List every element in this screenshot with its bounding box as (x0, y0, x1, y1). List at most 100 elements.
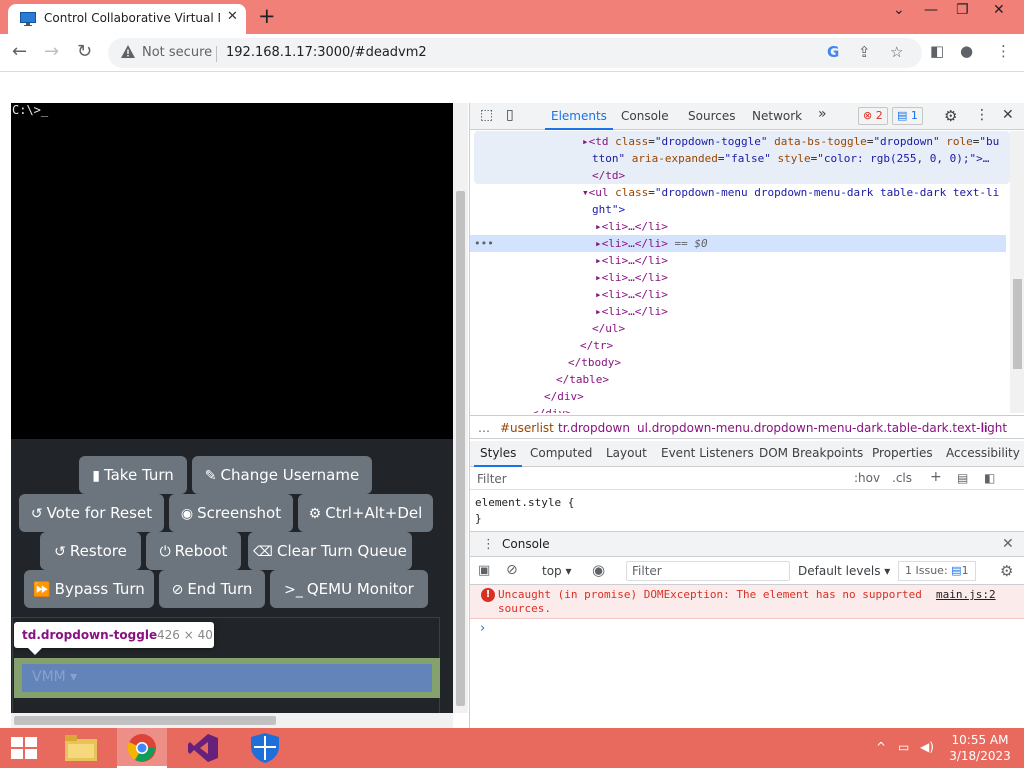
chrome-taskbar-item[interactable] (117, 728, 167, 768)
scrollbar-thumb[interactable] (14, 716, 276, 725)
issues-button[interactable]: 1 Issue: ▤1 (898, 561, 976, 581)
tab-sources[interactable]: Sources (688, 109, 735, 123)
drawer-tab-console[interactable]: Console (502, 537, 550, 551)
tab-dom-breakpoints[interactable]: DOM Breakpoints (759, 446, 863, 460)
close-tab-icon[interactable]: ✕ (227, 9, 238, 24)
chevron-down-icon[interactable]: ⌄ (893, 2, 905, 18)
tab-layout[interactable]: Layout (606, 446, 647, 460)
profile-avatar-icon[interactable]: ● (960, 42, 973, 60)
context-selector[interactable]: top ▾ (542, 564, 572, 578)
screenshot-button[interactable]: ◉ Screenshot (169, 494, 293, 532)
log-levels-dropdown[interactable]: Default levels ▾ (798, 564, 890, 578)
change-username-button[interactable]: ✎ Change Username (192, 456, 372, 494)
expand-triangle-icon[interactable]: ▸ (595, 305, 602, 318)
page-horizontal-scrollbar[interactable] (11, 713, 453, 728)
restore-vm-button[interactable]: ↺ Restore (40, 532, 141, 570)
drawer-menu-icon[interactable]: ⋮ (482, 537, 495, 552)
dom-node-li[interactable]: ▸<li>…</li> (595, 269, 668, 286)
add-rule-icon[interactable]: + (930, 469, 942, 485)
tab-computed[interactable]: Computed (530, 446, 592, 460)
end-turn-button[interactable]: ⊘ End Turn (159, 570, 265, 608)
expand-triangle-icon[interactable]: ▸ (595, 237, 602, 250)
clear-console-icon[interactable]: ⊘ (506, 562, 518, 578)
expand-triangle-icon[interactable]: ▸ (595, 220, 602, 233)
show-hidden-icons[interactable]: ^ (876, 740, 886, 754)
close-devtools-icon[interactable]: ✕ (1002, 107, 1014, 123)
expand-triangle-icon[interactable]: ▸ (595, 271, 602, 284)
url-text[interactable]: 192.168.1.17:3000/#deadvm2 (226, 45, 427, 60)
dropdown-toggle-cell[interactable]: VMM ▾ (22, 664, 432, 692)
restore-button[interactable]: ❐ (956, 2, 969, 18)
vote-reset-button[interactable]: ↺ Vote for Reset (19, 494, 164, 532)
security-label[interactable]: Not secure (142, 45, 212, 60)
scrollbar-thumb[interactable] (1013, 279, 1022, 369)
vm-screen[interactable]: C:\>_ (11, 103, 453, 439)
dom-node-li-selected[interactable]: ▸<li>…</li> == $0 (595, 235, 708, 252)
console-sidebar-icon[interactable]: ▣ (478, 563, 490, 578)
console-settings-gear-icon[interactable]: ⚙ (1000, 562, 1013, 580)
expand-triangle-icon[interactable]: ▸ (595, 254, 602, 267)
minimize-button[interactable]: — (924, 2, 938, 18)
error-count-badge[interactable]: ⊗ 2 (858, 107, 888, 125)
breadcrumb-li[interactable]: li (981, 421, 988, 435)
dom-node-li[interactable]: ▸<li>…</li> (595, 286, 668, 303)
bookmark-star-icon[interactable]: ☆ (890, 43, 903, 61)
take-turn-button[interactable]: ▮ Take Turn (79, 456, 187, 494)
collapse-triangle-icon[interactable]: ▾ (582, 186, 589, 199)
back-icon[interactable]: ← (12, 41, 27, 62)
message-count-badge[interactable]: ▤ 1 (892, 107, 923, 125)
browser-tab[interactable]: Control Collaborative Virtual Mac ✕ (8, 4, 246, 34)
device-toolbar-icon[interactable]: ▯ (506, 107, 514, 123)
new-tab-button[interactable]: + (258, 4, 276, 28)
page-vertical-scrollbar[interactable] (453, 103, 468, 713)
dom-tree-scrollbar[interactable] (1010, 131, 1024, 413)
tab-event-listeners[interactable]: Event Listeners (661, 446, 754, 460)
dom-node-td[interactable]: ▸<td class="dropdown-toggle" data-bs-tog… (582, 133, 999, 150)
inspect-element-icon[interactable]: ⬚ (480, 107, 493, 123)
clear-turn-queue-button[interactable]: ⌫ Clear Turn Queue (248, 532, 412, 570)
forward-icon[interactable]: → (44, 41, 59, 62)
tab-console[interactable]: Console (621, 109, 669, 123)
expand-triangle-icon[interactable]: ▸ (595, 288, 602, 301)
expand-triangle-icon[interactable]: ▸ (582, 135, 589, 148)
tab-styles[interactable]: Styles (473, 446, 523, 467)
reload-icon[interactable]: ↻ (77, 41, 92, 62)
sidebar-toggle-icon[interactable]: ◧ (984, 471, 995, 485)
element-style-rule[interactable]: element.style { } (475, 495, 574, 527)
breadcrumb-userlist[interactable]: #userlist (500, 421, 554, 435)
breadcrumb-overflow[interactable]: … (478, 421, 490, 435)
tab-properties[interactable]: Properties (872, 446, 933, 460)
volume-icon[interactable]: ◀) (920, 740, 934, 754)
dom-node-li[interactable]: ▸<li>…</li> (595, 218, 668, 235)
dom-node-li[interactable]: ▸<li>…</li> (595, 303, 668, 320)
error-source-link[interactable]: main.js:2 (936, 588, 996, 601)
share-icon[interactable]: ⇪ (858, 43, 871, 61)
devtools-menu-icon[interactable]: ⋮ (975, 107, 989, 123)
google-translate-icon[interactable]: G (827, 43, 839, 61)
file-explorer-taskbar-item[interactable] (56, 728, 106, 768)
windows-security-taskbar-item[interactable] (240, 728, 290, 768)
network-icon[interactable]: ▭ (898, 740, 909, 754)
hov-toggle[interactable]: :hov (854, 471, 880, 485)
breadcrumb-tr[interactable]: tr.dropdown (558, 421, 630, 435)
more-tabs-icon[interactable]: » (818, 106, 827, 122)
bypass-turn-button[interactable]: ⏩ Bypass Turn (24, 570, 154, 608)
tab-network[interactable]: Network (752, 109, 802, 123)
close-drawer-icon[interactable]: ✕ (1002, 536, 1014, 552)
console-prompt-caret[interactable]: › (480, 621, 485, 636)
ctrl-alt-del-button[interactable]: ⚙ Ctrl+Alt+Del (298, 494, 433, 532)
qemu-monitor-button[interactable]: >_ QEMU Monitor (270, 570, 428, 608)
address-bar[interactable]: Not secure 192.168.1.17:3000/#deadvm2 G … (108, 38, 922, 68)
user-row-highlight[interactable]: VMM ▾ (14, 658, 440, 698)
console-filter-input[interactable]: Filter (626, 561, 790, 581)
system-clock[interactable]: 10:55 AM 3/18/2023 (940, 732, 1020, 764)
visual-studio-taskbar-item[interactable] (178, 728, 228, 768)
computed-style-toggle-icon[interactable]: ▤ (957, 471, 968, 485)
breadcrumb-ul[interactable]: ul.dropdown-menu.dropdown-menu-dark.tabl… (637, 421, 1007, 435)
styles-filter-input[interactable]: Filter (477, 472, 507, 486)
reboot-button[interactable]: ⏻ Reboot (146, 532, 241, 570)
dom-node-ul[interactable]: ▾<ul class="dropdown-menu dropdown-menu-… (582, 184, 999, 201)
tab-accessibility[interactable]: Accessibility (946, 446, 1020, 460)
close-window-button[interactable]: ✕ (993, 2, 1005, 18)
tab-elements[interactable]: Elements (545, 109, 613, 130)
